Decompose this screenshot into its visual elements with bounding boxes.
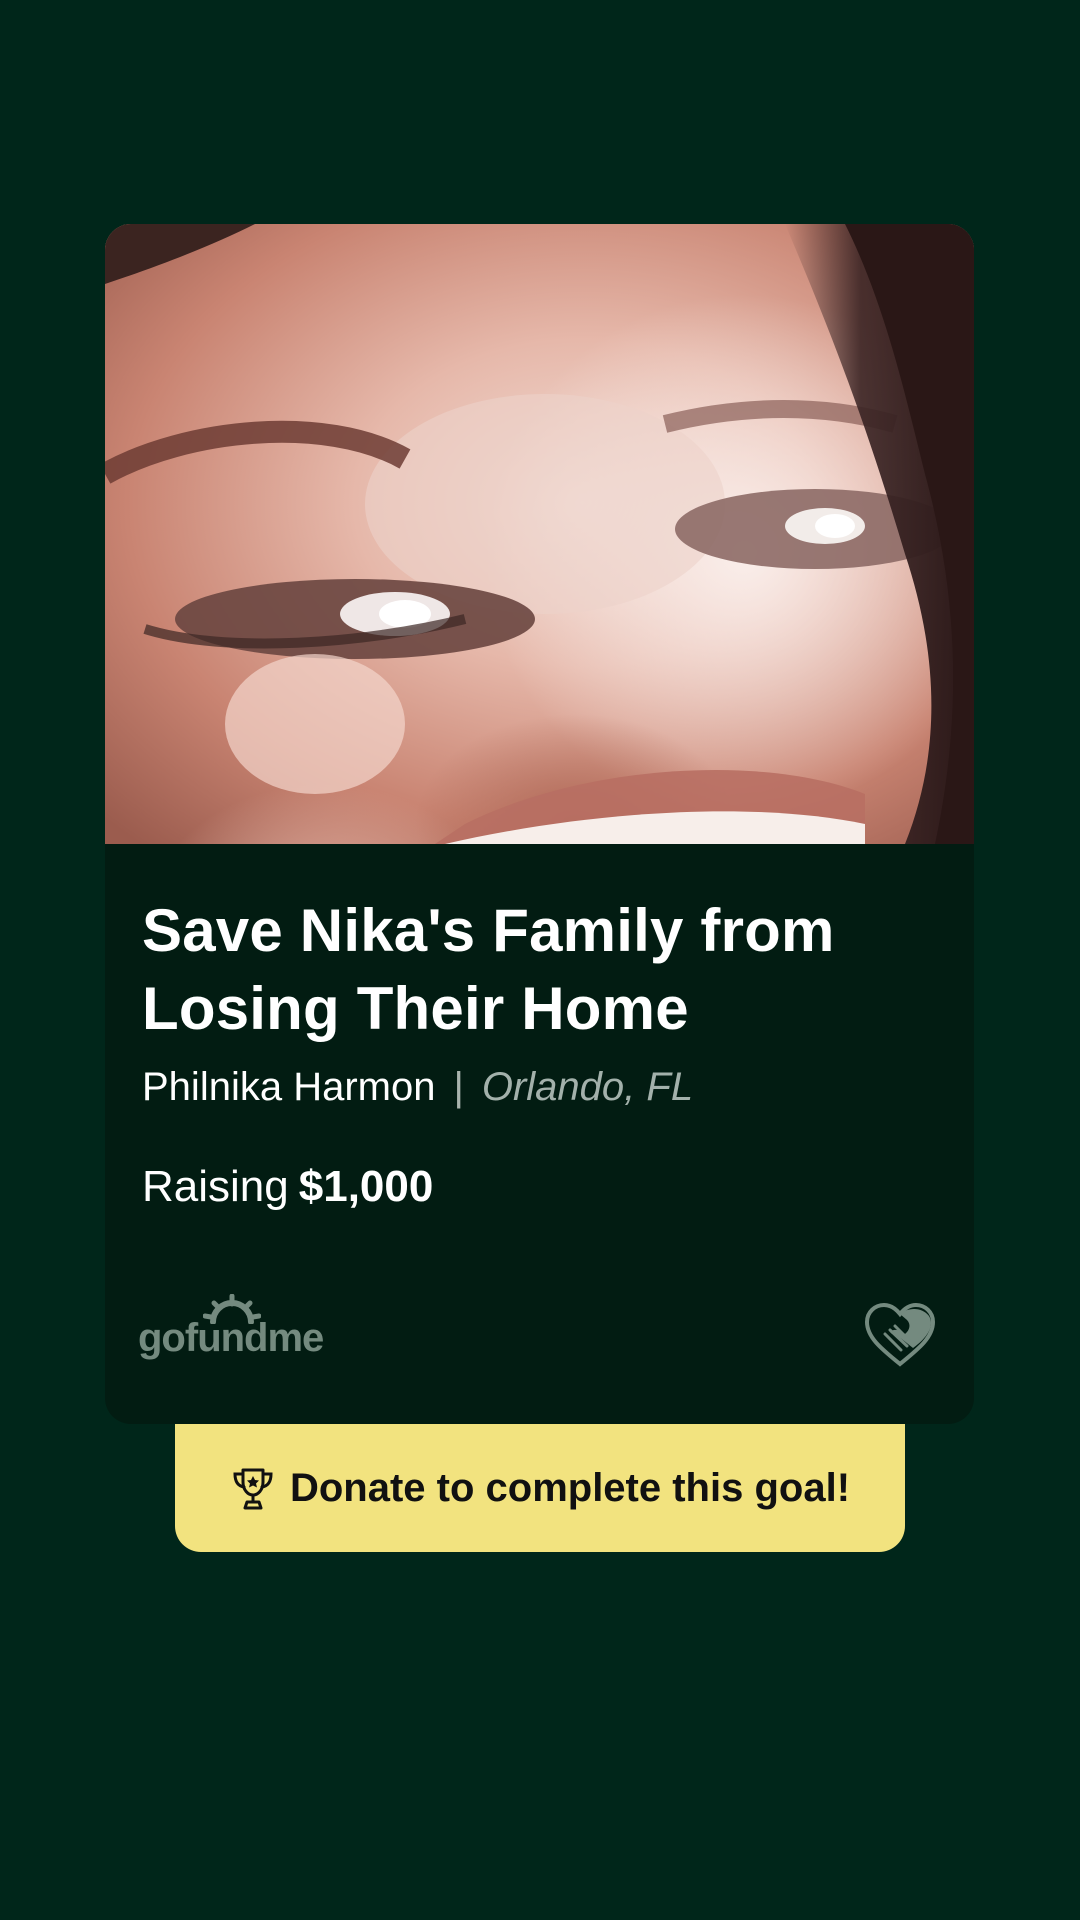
campaign-photo bbox=[105, 224, 974, 844]
organizer-name: Philnika Harmon bbox=[142, 1064, 436, 1109]
face-photo-image bbox=[105, 224, 974, 844]
trophy-icon bbox=[233, 1468, 273, 1510]
organizer-row: Philnika Harmon | Orlando, FL bbox=[142, 1062, 693, 1112]
goal-row: Raising $1,000 bbox=[142, 1162, 433, 1212]
heart-handshake-icon bbox=[864, 1302, 936, 1367]
campaign-location: Orlando, FL bbox=[481, 1064, 694, 1109]
fundraiser-card[interactable]: Save Nika's Family from Losing Their Hom… bbox=[105, 224, 974, 1424]
gofundme-logo: gofundme bbox=[138, 1294, 338, 1364]
goal-amount: $1,000 bbox=[298, 1162, 434, 1211]
donate-button[interactable]: Donate to complete this goal! bbox=[175, 1424, 905, 1552]
meta-separator: | bbox=[453, 1064, 464, 1109]
donate-button-label: Donate to complete this goal! bbox=[289, 1465, 851, 1510]
campaign-title: Save Nika's Family from Losing Their Hom… bbox=[142, 897, 835, 1042]
raising-label: Raising bbox=[142, 1162, 289, 1211]
logo-text: gofundme bbox=[138, 1316, 324, 1360]
